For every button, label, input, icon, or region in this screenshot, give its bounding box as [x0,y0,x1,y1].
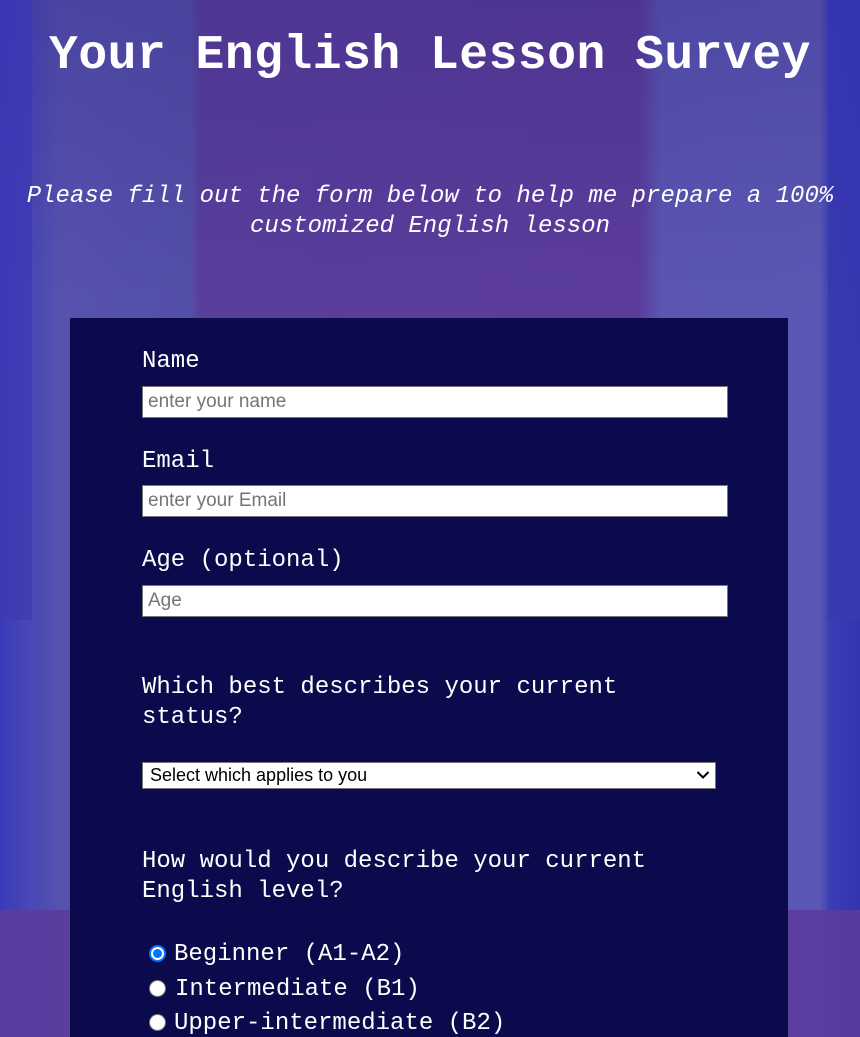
radio-button-intermediate[interactable] [149,980,166,997]
background-right-panel [828,0,860,620]
chevron-down-icon [696,771,710,779]
age-label: Age (optional) [142,547,344,574]
status-question: Which best describes your current status… [142,674,618,731]
email-input[interactable] [142,485,728,517]
page-title: Your English Lesson Survey [49,29,811,83]
name-input[interactable] [142,386,728,418]
radio-button-upper-intermediate[interactable] [149,1014,166,1031]
name-label: Name [142,348,200,375]
radio-button-beginner[interactable] [149,945,166,962]
radio-label-beginner: Beginner (A1-A2) [174,941,405,968]
level-question: How would you describe your current Engl… [142,848,647,905]
age-input[interactable] [142,585,728,617]
radio-label-intermediate: Intermediate (B1) [175,976,420,1003]
survey-form: Name Email Age (optional) Which best des… [70,318,788,1037]
status-selected-value: Select which applies to you [150,765,368,785]
background-left-panel [0,0,32,620]
email-label: Email [142,448,215,475]
status-dropdown[interactable]: Select which applies to you [142,762,716,789]
radio-label-upper-intermediate: Upper-intermediate (B2) [174,1010,506,1037]
page-subtitle: Please fill out the form below to help m… [26,183,834,240]
